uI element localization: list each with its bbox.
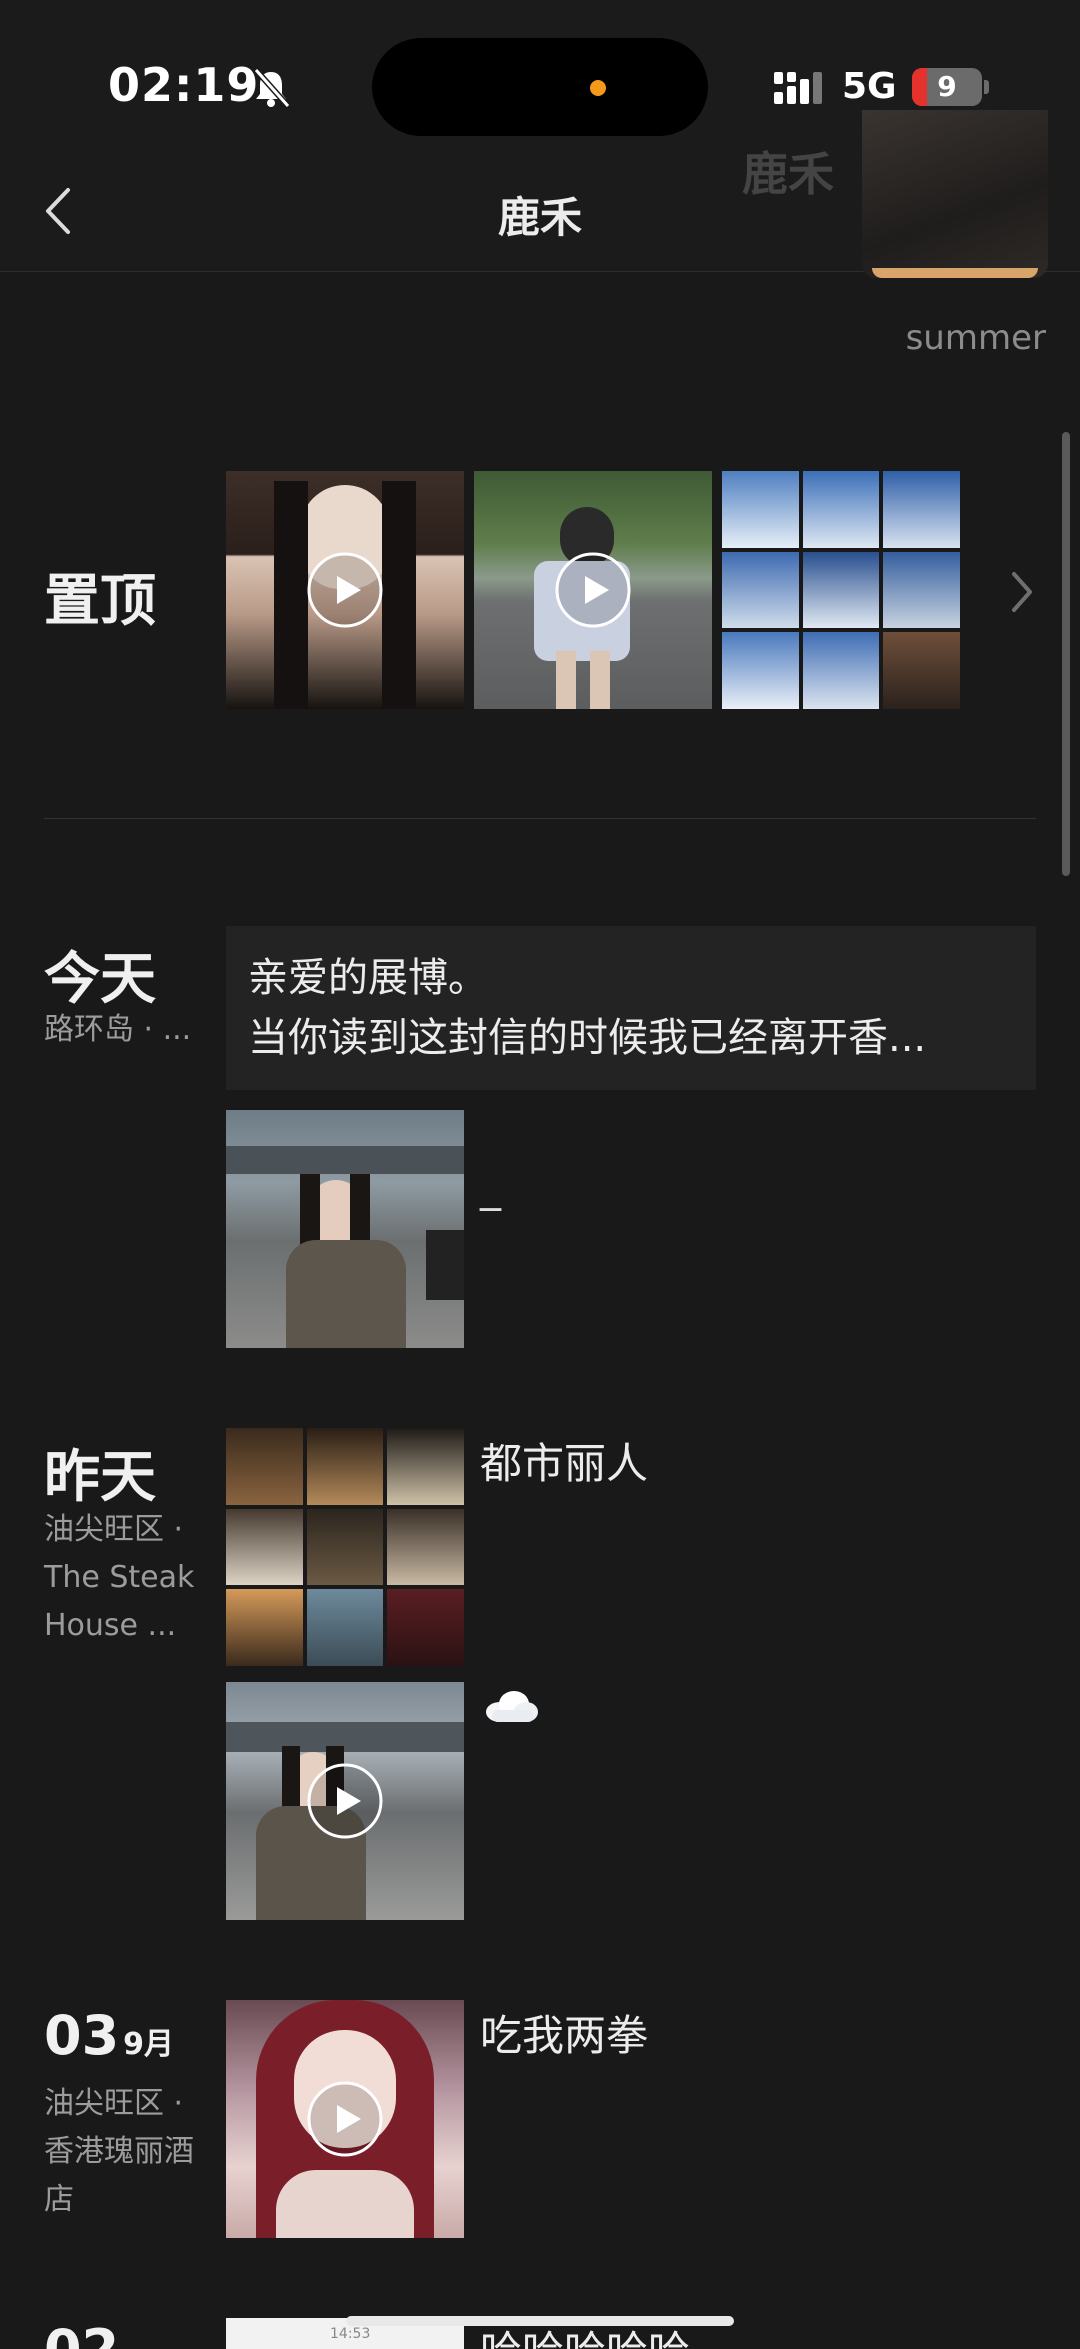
battery-indicator: 9 <box>912 68 982 106</box>
dynamic-island <box>372 38 708 136</box>
post-date: 今天 <box>44 947 156 1012</box>
post-date-day: 03 <box>44 2004 120 2067</box>
article-line-1: 亲爱的展博。 <box>248 955 488 1001</box>
scrollbar[interactable] <box>1062 432 1070 876</box>
status-time: 02:19 <box>108 58 260 112</box>
post-photo[interactable] <box>226 1110 464 1348</box>
signal-icon <box>774 72 822 104</box>
play-icon <box>307 552 383 628</box>
play-icon <box>307 2081 383 2157</box>
pinned-video-2[interactable] <box>474 471 712 709</box>
network-type: 5G <box>842 66 897 107</box>
section-divider <box>44 818 1036 819</box>
post-date: 昨天 <box>44 1445 156 1510</box>
pinned-photo-grid[interactable] <box>722 471 960 709</box>
post-caption: 吃我两拳 <box>480 2011 649 2060</box>
article-line-2: 当你读到这封信的时候我已经离开香... <box>248 1015 927 1061</box>
post-caption: _ <box>480 1162 501 1211</box>
post-video[interactable] <box>226 2000 464 2238</box>
home-indicator[interactable] <box>346 2316 734 2326</box>
avatar[interactable] <box>862 110 1048 278</box>
post-date-month: 9月 <box>123 2027 175 2062</box>
battery-level: 9 <box>937 70 957 103</box>
play-icon <box>307 1763 383 1839</box>
post-caption: 都市丽人 <box>480 1439 649 1488</box>
article-preview[interactable]: 亲爱的展博。 当你读到这封信的时候我已经离开香... <box>226 926 1036 1090</box>
post-date: 02 <box>44 2318 119 2349</box>
chevron-right-icon[interactable] <box>1008 570 1036 614</box>
cover-name-watermark: 鹿禾 <box>742 147 834 201</box>
privacy-indicator-dot <box>590 80 606 96</box>
post-video[interactable] <box>226 1682 464 1920</box>
battery-tip <box>984 80 989 94</box>
post-photo-grid[interactable] <box>226 1428 464 1666</box>
post-location: 油尖旺区 · 香港瑰丽酒店 <box>44 2086 194 2217</box>
bell-muted-icon <box>253 68 290 108</box>
post-date: 03 9月 <box>44 2004 174 2067</box>
profile-signature: summer <box>905 318 1046 358</box>
play-icon <box>555 552 631 628</box>
thumbnail-time: 14:53 <box>330 2326 371 2342</box>
post-location: 油尖旺区 · The Steak House ... <box>44 1512 195 1643</box>
post-location: 路环岛 · ... <box>44 1012 192 1047</box>
pinned-video-1[interactable] <box>226 471 464 709</box>
cloud-icon <box>486 1691 538 1722</box>
pinned-label: 置顶 <box>44 569 156 634</box>
